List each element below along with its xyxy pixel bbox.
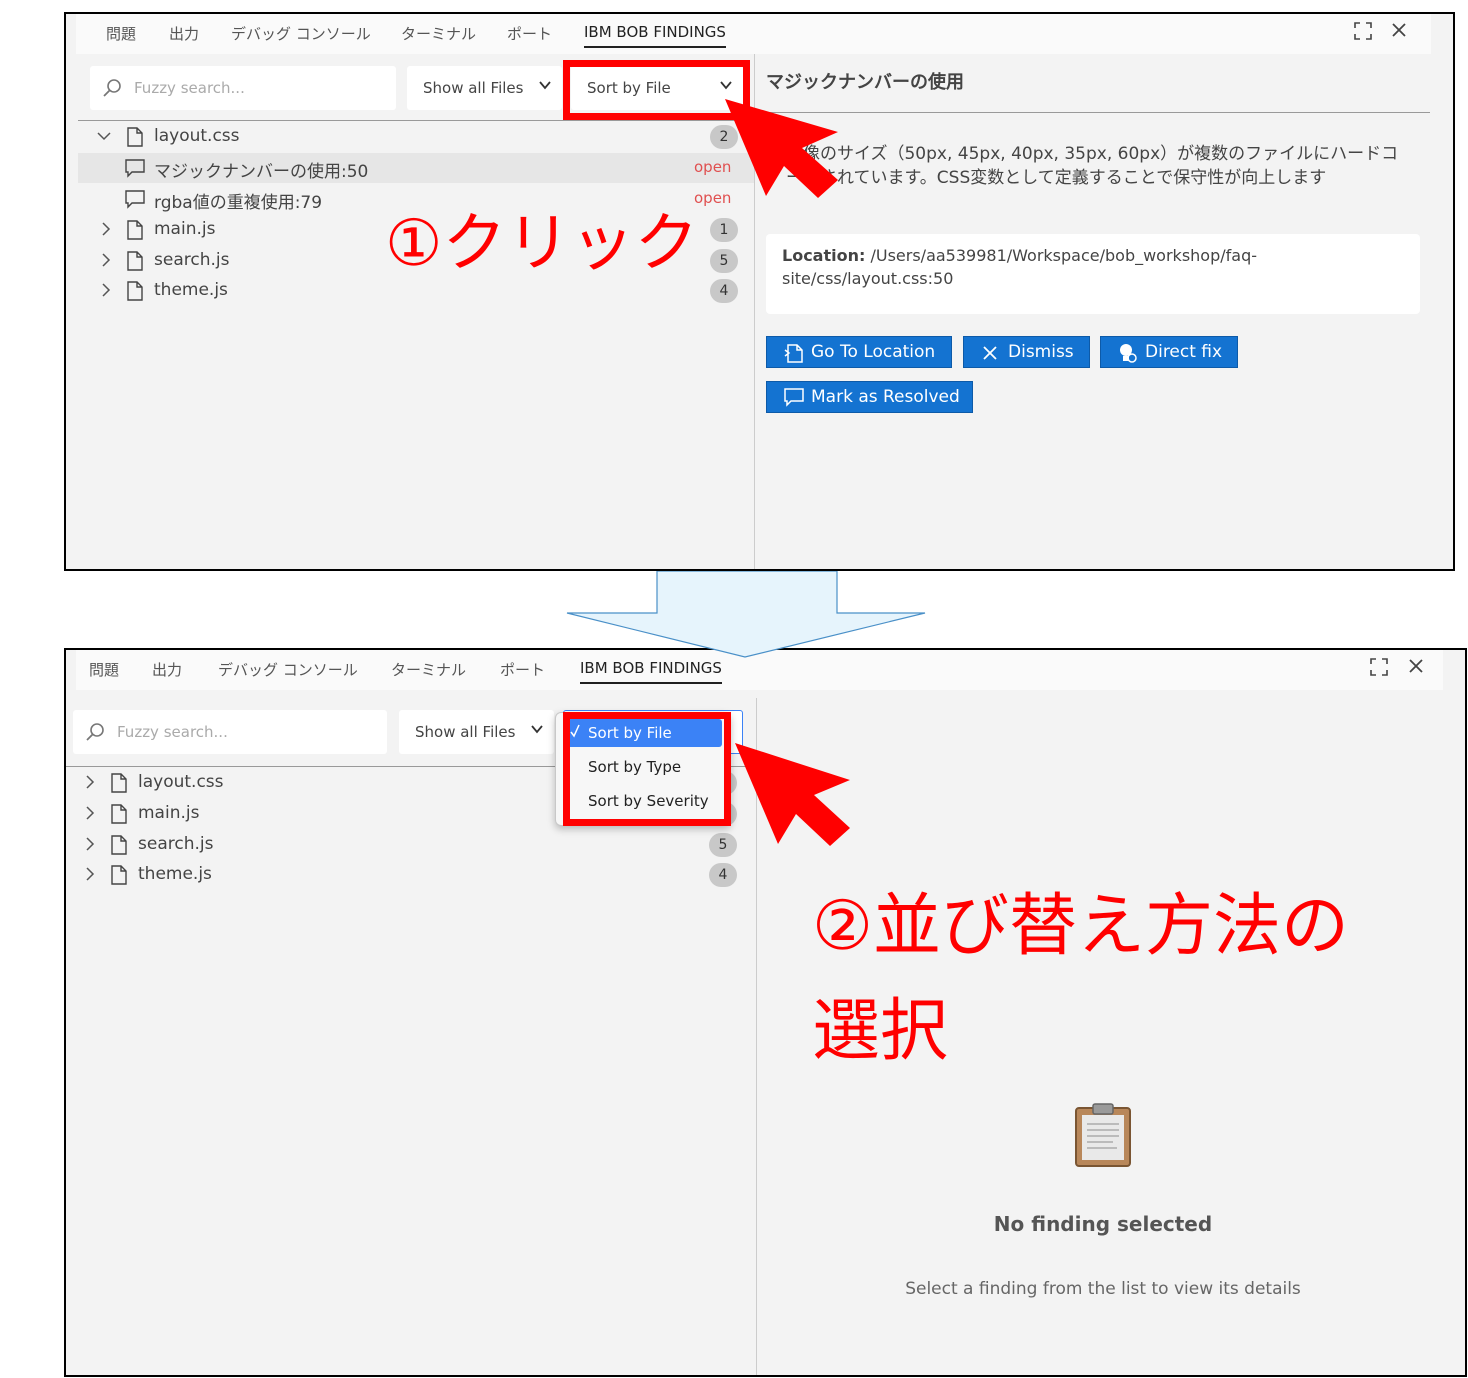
tree-file-layout-css[interactable]: layout.css 2 xyxy=(78,122,754,152)
annotation-step2-line2: 選択 xyxy=(812,992,949,1071)
tree-item-label: theme.js xyxy=(138,864,212,884)
count-badge: 4 xyxy=(710,279,738,303)
chevron-right-icon xyxy=(102,253,111,267)
search-input[interactable]: Fuzzy search... xyxy=(90,66,396,110)
count-badge: 5 xyxy=(710,249,738,273)
file-filter-value: Show all Files xyxy=(423,79,524,97)
tab-ibm-bob-findings[interactable]: IBM BOB FINDINGS xyxy=(584,23,726,48)
maximize-icon[interactable] xyxy=(1370,658,1388,681)
file-icon xyxy=(127,220,143,240)
file-filter-value: Show all Files xyxy=(415,723,516,741)
chevron-right-icon xyxy=(86,867,95,881)
count-badge: 1 xyxy=(710,218,738,242)
comment-icon xyxy=(125,190,145,209)
finding-description: 画像のサイズ（50px, 45px, 40px, 35px, 60px）が複数の… xyxy=(786,144,1399,188)
finding-title: マジックナンバーの使用 xyxy=(766,72,964,93)
clipboard-icon xyxy=(1075,1103,1131,1167)
tree-item-label: search.js xyxy=(154,250,230,270)
chevron-right-icon xyxy=(86,837,95,851)
tree-item-label: rgba値の重複使用:79 xyxy=(154,193,323,213)
tab-output[interactable]: 出力 xyxy=(152,659,182,680)
location-path-cont: site/css/layout.css:50 xyxy=(782,269,954,288)
list-divider xyxy=(78,120,754,121)
dismiss-button[interactable]: Dismiss xyxy=(963,336,1090,368)
tab-debug-console[interactable]: デバッグ コンソール xyxy=(231,23,371,44)
file-icon xyxy=(111,773,127,793)
highlight-box-sort-menu xyxy=(563,712,731,826)
close-icon xyxy=(983,346,997,360)
close-icon[interactable] xyxy=(1408,658,1424,679)
chevron-right-icon xyxy=(102,222,111,236)
location-path: /Users/aa539981/Workspace/bob_workshop/f… xyxy=(870,246,1257,265)
search-placeholder: Fuzzy search... xyxy=(117,723,228,741)
tab-ports[interactable]: ポート xyxy=(500,659,545,680)
chevron-down-icon xyxy=(531,725,543,734)
tab-problems[interactable]: 問題 xyxy=(89,659,119,680)
comment-icon xyxy=(784,388,804,407)
chevron-right-icon xyxy=(86,775,95,789)
empty-state-title: No finding selected xyxy=(993,1212,1213,1236)
search-icon xyxy=(103,79,121,97)
tree-file-search-js[interactable]: search.js 5 xyxy=(66,830,756,860)
tab-debug-console[interactable]: デバッグ コンソール xyxy=(218,659,358,680)
annotation-step1: ①クリック xyxy=(385,207,699,281)
file-icon xyxy=(111,835,127,855)
tab-problems[interactable]: 問題 xyxy=(106,23,136,44)
go-to-location-button[interactable]: Go To Location xyxy=(766,336,952,368)
search-placeholder: Fuzzy search... xyxy=(134,79,245,97)
file-icon xyxy=(127,281,143,301)
maximize-icon[interactable] xyxy=(1354,22,1372,45)
close-icon[interactable] xyxy=(1391,22,1407,43)
chevron-down-icon xyxy=(539,81,551,90)
tree-item-label: theme.js xyxy=(154,280,228,300)
panel-tab-bar: 問題 出力 デバッグ コンソール ターミナル ポート IBM BOB FINDI… xyxy=(76,14,1431,54)
chevron-down-icon xyxy=(97,132,111,141)
mark-as-resolved-button[interactable]: Mark as Resolved xyxy=(766,381,973,413)
file-icon xyxy=(111,865,127,885)
tree-item-label: layout.css xyxy=(154,126,240,146)
tree-item-label: main.js xyxy=(154,219,216,239)
tree-item-label: マジックナンバーの使用:50 xyxy=(154,162,369,182)
tab-output[interactable]: 出力 xyxy=(169,23,199,44)
lightbulb-icon xyxy=(1120,344,1137,363)
search-input[interactable]: Fuzzy search... xyxy=(73,710,387,754)
count-badge: 4 xyxy=(709,863,737,887)
tab-ports[interactable]: ポート xyxy=(507,23,552,44)
red-pointer-arrow-icon xyxy=(735,743,850,846)
tab-terminal[interactable]: ターミナル xyxy=(391,659,466,680)
red-pointer-arrow-icon xyxy=(725,99,838,198)
empty-state-description: Select a finding from the list to view i… xyxy=(905,1279,1301,1299)
annotation-step2-line1: ②並び替え方法の xyxy=(812,887,1349,966)
flow-arrow-down-icon xyxy=(566,571,926,658)
comment-icon xyxy=(125,159,145,178)
location-label: Location: xyxy=(782,246,866,265)
tree-file-theme-js[interactable]: theme.js 4 xyxy=(66,860,756,890)
tree-item-label: main.js xyxy=(138,803,200,823)
file-icon xyxy=(127,251,143,271)
file-filter-select[interactable]: Show all Files xyxy=(399,710,554,754)
goto-file-icon xyxy=(784,344,803,363)
tree-item-label: layout.css xyxy=(138,772,224,792)
tab-ibm-bob-findings[interactable]: IBM BOB FINDINGS xyxy=(580,659,722,684)
file-filter-select[interactable]: Show all Files xyxy=(407,66,562,110)
tree-finding-magic-number[interactable]: マジックナンバーの使用:50 open xyxy=(78,153,754,183)
tab-terminal[interactable]: ターミナル xyxy=(401,23,476,44)
chevron-right-icon xyxy=(86,806,95,820)
file-icon xyxy=(111,804,127,824)
file-icon xyxy=(127,127,143,147)
tree-item-label: search.js xyxy=(138,834,214,854)
detail-divider xyxy=(758,112,1430,113)
direct-fix-button[interactable]: Direct fix xyxy=(1100,336,1238,368)
location-box: Location: /Users/aa539981/Workspace/bob_… xyxy=(766,234,1420,314)
search-icon xyxy=(86,723,104,741)
chevron-right-icon xyxy=(102,283,111,297)
